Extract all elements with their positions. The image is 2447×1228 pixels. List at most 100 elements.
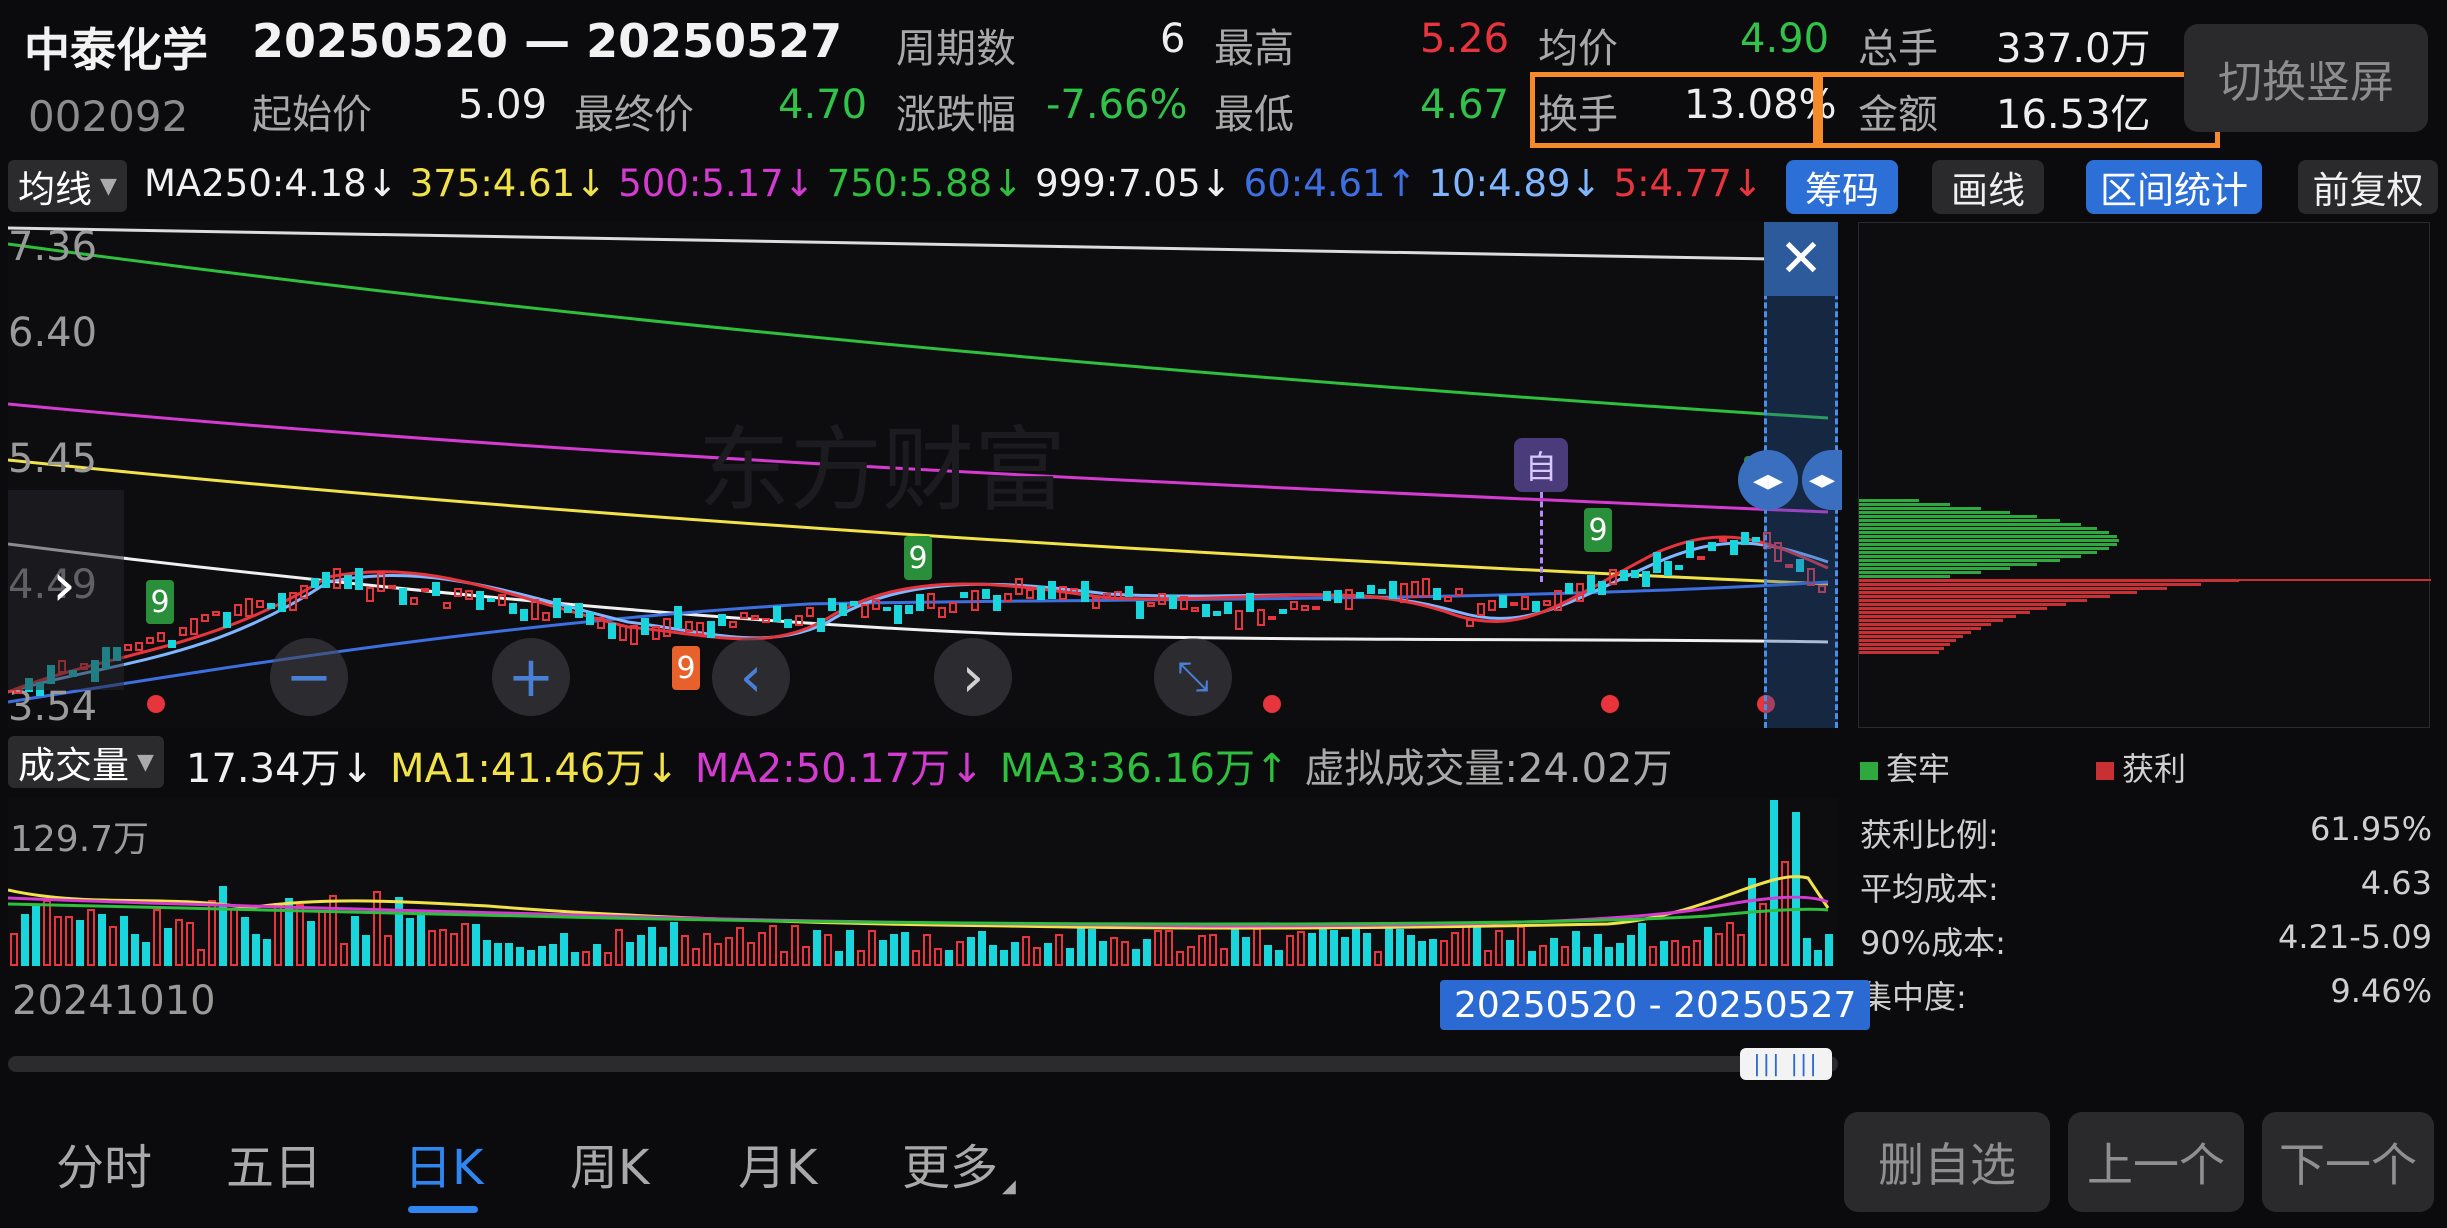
legend-profit-label: 获利	[2122, 750, 2187, 788]
trapped-chip-bar	[1859, 503, 1951, 506]
next-button[interactable]: 下一个	[2262, 1112, 2434, 1212]
candlestick	[663, 618, 671, 638]
previous-button[interactable]: 上一个	[2068, 1112, 2244, 1212]
candlestick	[311, 577, 319, 588]
total-hands-value: 337.0万	[1996, 26, 2151, 72]
candlestick	[1345, 589, 1353, 611]
tab-monthly-k[interactable]: 月K	[738, 1128, 817, 1198]
move-right-button[interactable]: ›	[934, 638, 1012, 716]
adjust-button[interactable]: 前复权	[2298, 160, 2438, 214]
tab-more[interactable]: 更多	[902, 1128, 998, 1198]
stat-label: 获利比例:	[1860, 816, 1999, 854]
time-scrollbar[interactable]	[8, 1056, 1838, 1072]
end-price-label: 最终价	[574, 92, 694, 138]
candlestick	[333, 567, 341, 590]
candlestick	[553, 598, 561, 619]
trapped-chip-bar	[1859, 535, 2117, 538]
chips-distribution	[1858, 222, 2431, 729]
candlestick	[718, 613, 726, 627]
candlestick	[1158, 592, 1166, 606]
switch-portrait-button[interactable]: 切换竖屏	[2184, 24, 2428, 132]
candlestick	[344, 574, 352, 590]
trapped-chip-bar	[1859, 519, 2061, 522]
candlestick	[1631, 569, 1639, 579]
candlestick	[509, 603, 517, 615]
close-selection-button[interactable]: ✕	[1764, 222, 1838, 296]
zoom-out-button[interactable]: −	[270, 638, 348, 716]
volume-chart[interactable]: 129.7万	[8, 798, 1838, 966]
candlestick	[1004, 593, 1012, 603]
candlestick	[146, 637, 154, 644]
candlestick	[135, 642, 143, 651]
tab-weekly-k[interactable]: 周K	[570, 1128, 649, 1198]
profit-chip-bar	[1859, 587, 2168, 590]
trapped-chip-bar	[1859, 571, 1981, 574]
avg-price-value: 4.90	[1740, 16, 1830, 62]
ma-dropdown[interactable]: 均线 ▼	[8, 160, 127, 212]
candlestick	[322, 572, 330, 589]
candlestick	[1741, 532, 1749, 545]
candlestick	[1499, 595, 1507, 608]
drag-handle-icon: ◂▸	[1808, 465, 1836, 495]
amount-highlight-box	[1818, 72, 2220, 148]
trapped-chip-bar	[1859, 567, 2010, 570]
tab-daily-k[interactable]: 日K	[404, 1128, 483, 1198]
selection-handle-left[interactable]: ◂▸	[1738, 450, 1798, 510]
chevron-left-icon: ‹	[739, 644, 763, 710]
period-label: 周期数	[896, 26, 1016, 72]
scrollbar-thumb[interactable]: ||| |||	[1740, 1048, 1832, 1080]
tab-five-day[interactable]: 五日	[226, 1128, 322, 1198]
candlestick	[377, 573, 385, 592]
avg-cost-row: 平均成本: 4.63	[1860, 864, 2432, 910]
candlestick	[1488, 600, 1496, 612]
virtual-volume: 虚拟成交量:24.02万	[1304, 746, 1673, 792]
scroll-left-region[interactable]: ›	[8, 490, 124, 690]
candlestick	[1169, 595, 1177, 609]
cost90-row: 90%成本: 4.21-5.09	[1860, 918, 2432, 964]
profit-chip-bar	[1859, 651, 1939, 654]
candlestick	[443, 602, 451, 609]
candlestick	[531, 599, 539, 620]
candlestick	[399, 588, 407, 605]
candlestick	[487, 597, 495, 602]
interval-stats-button[interactable]: 区间统计	[2086, 160, 2262, 214]
close-icon: ✕	[1779, 229, 1823, 289]
stat-label: 集中度:	[1860, 978, 1967, 1016]
candlestick	[1444, 596, 1452, 603]
fullscreen-button[interactable]: ⤡	[1154, 638, 1232, 716]
candlestick	[1708, 541, 1716, 551]
candlestick	[1235, 610, 1243, 631]
corner-arrow-icon: ◢	[1002, 1176, 1016, 1197]
candlestick	[366, 587, 374, 602]
candlestick	[300, 585, 308, 600]
self-select-marker[interactable]: 自	[1514, 438, 1568, 492]
zoom-in-button[interactable]: +	[492, 638, 570, 716]
candlestick	[1290, 600, 1298, 611]
kline-chart[interactable]: 东方财富 7.36 6.40 5.45 4.49 3.54 9 9 9 9 9 …	[8, 222, 1842, 730]
candlestick	[1279, 608, 1287, 614]
candlestick	[938, 606, 946, 618]
move-left-button[interactable]: ‹	[712, 638, 790, 716]
candlestick	[234, 603, 242, 616]
start-date-label: 20241010	[12, 978, 216, 1024]
candlestick	[1356, 592, 1364, 598]
legend-trapped: 套牢	[1860, 744, 1950, 790]
candlestick	[1565, 582, 1573, 594]
candlestick	[1400, 582, 1408, 603]
profit-chip-bar	[1859, 623, 1991, 626]
chips-bars	[1859, 223, 2431, 729]
tab-intraday[interactable]: 分时	[56, 1128, 152, 1198]
vol-ma1: MA1:41.46万↓	[390, 746, 679, 792]
remove-favorite-button[interactable]: 删自选	[1844, 1112, 2050, 1212]
chevron-down-icon: ▼	[100, 173, 117, 199]
candlestick	[1334, 590, 1342, 603]
chips-button[interactable]: 筹码	[1786, 160, 1898, 214]
candlestick	[1719, 537, 1727, 543]
draw-line-button[interactable]: 画线	[1932, 160, 2044, 214]
stat-label: 平均成本:	[1860, 870, 1999, 908]
candlestick	[1532, 600, 1540, 613]
volume-legend: 17.34万↓ MA1:41.46万↓ MA2:50.17万↓ MA3:36.1…	[186, 736, 1673, 794]
legend-trapped-label: 套牢	[1886, 750, 1951, 788]
indicator-dropdown-label: 成交量	[18, 744, 129, 787]
indicator-dropdown[interactable]: 成交量 ▼	[8, 736, 164, 788]
